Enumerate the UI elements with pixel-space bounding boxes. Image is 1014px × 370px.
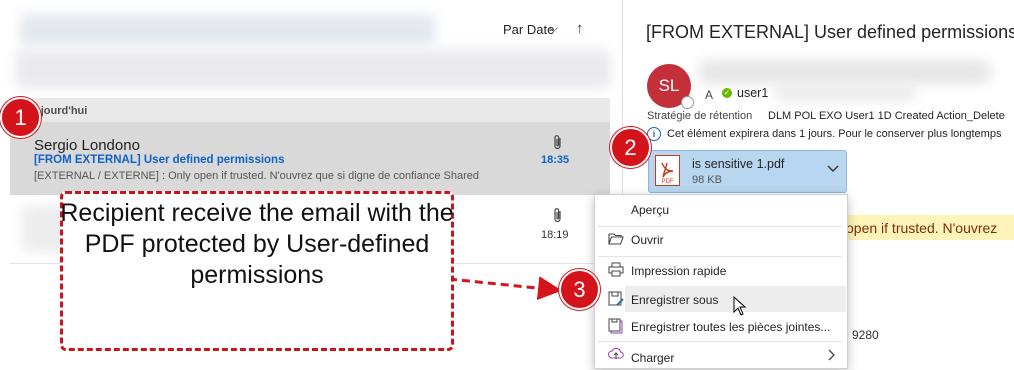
retention-policy-label: Stratégie de rétention [647,110,753,122]
sender-name: Sergio Londono [34,137,140,154]
mail-time: 18:19 [541,229,569,241]
mail-subject: [FROM EXTERNAL] User defined permissions [34,154,285,166]
menu-item-label: Aperçu [631,203,670,217]
pdf-file-icon: PDF [655,155,680,186]
printer-icon [606,262,626,280]
paperclip-icon [552,207,564,228]
recipient-name[interactable]: user1 [737,86,768,100]
retention-policy-value: DLM POL EXO User1 1D Created Action_Dele… [768,110,1005,122]
blurred-recipients [775,85,915,101]
save-all-icon [606,318,626,337]
attachment-name: is sensitive 1.pdf [692,157,785,171]
menu-item-label: Enregistrer toutes les pièces jointes... [631,320,831,334]
group-label: ujourd'hui [34,105,88,117]
email-subject-title: [FROM EXTERNAL] User defined permissions [646,22,1014,42]
submenu-arrow-icon [828,349,836,364]
chevron-down-icon[interactable]: ⌵ [549,21,558,36]
mail-time: 18:35 [541,154,570,166]
presence-status-icon [681,96,694,109]
save-as-icon [606,291,626,310]
step-badge-3: 3 [559,269,600,310]
step-badge-2: 2 [610,127,651,168]
blurred-filter-bar [16,50,610,88]
sort-by-label[interactable]: Par Date [503,22,554,37]
upload-icon [606,347,626,364]
to-label: A [705,88,714,102]
mail-preview: [EXTERNAL / EXTERNE] : Only open if trus… [34,170,479,182]
annotation-callout-text: Recipient receive the email with the PDF… [60,199,454,289]
menu-item-label: Ouvrir [631,233,664,247]
available-check-icon: ✓ [722,88,732,98]
menu-item-label: Charger [631,351,675,365]
external-warning-text: open if trusted. N'ouvrez [846,220,998,236]
group-header [10,98,610,122]
paperclip-icon [552,134,564,155]
menu-item-label: Enregistrer sous [631,293,719,307]
svg-text:PDF: PDF [662,179,674,185]
chevron-down-icon[interactable] [827,162,839,176]
step-badge-1: 1 [0,97,41,138]
blurred-search-area [20,14,435,46]
blurred-sender-address [700,60,990,84]
folder-open-icon [606,232,626,248]
sort-direction-arrow-icon[interactable]: ↑ [576,20,584,37]
expiration-notice: Cet élément expirera dans 1 jours. Pour … [667,128,1002,140]
mouse-cursor-icon [733,295,747,321]
attachment-size: 98 KB [692,174,722,186]
menu-item-label: Impression rapide [631,264,727,278]
